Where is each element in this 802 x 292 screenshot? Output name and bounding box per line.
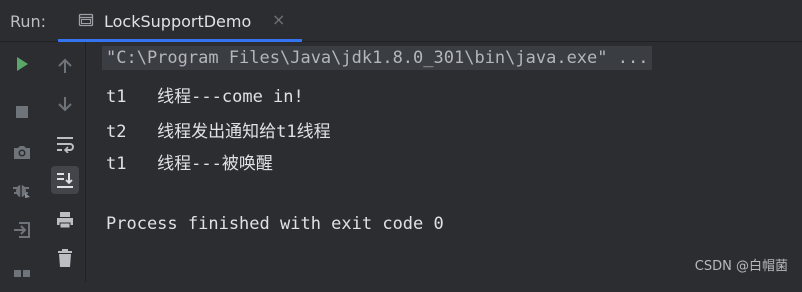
camera-icon[interactable] <box>8 138 36 166</box>
tab-title: LockSupportDemo <box>104 12 252 31</box>
output-line: t2 线程发出通知给t1线程 <box>106 122 331 142</box>
scroll-to-end-icon[interactable] <box>51 166 79 194</box>
run-label: Run: <box>10 12 47 31</box>
stop-icon[interactable] <box>8 98 36 126</box>
soft-wrap-icon[interactable] <box>51 130 79 158</box>
tab-lock-support-demo[interactable]: LockSupportDemo × <box>58 0 302 42</box>
arrow-up-icon[interactable] <box>51 52 79 80</box>
watermark: CSDN @白帽菌 <box>694 259 788 274</box>
command-line[interactable]: "C:\Program Files\Java\jdk1.8.0_301\bin\… <box>102 46 653 70</box>
run-header: Run: LockSupportDemo × <box>0 0 802 42</box>
run-icon[interactable] <box>8 50 36 78</box>
debug-icon[interactable] <box>8 176 36 204</box>
arrow-down-icon[interactable] <box>51 90 79 118</box>
print-icon[interactable] <box>51 206 79 234</box>
output-line: t1 线程---come in! <box>106 87 304 107</box>
console-output[interactable]: "C:\Program Files\Java\jdk1.8.0_301\bin\… <box>86 42 802 282</box>
trash-icon[interactable] <box>51 244 79 272</box>
window-icon <box>78 13 94 27</box>
side-toolbar <box>44 42 86 282</box>
close-icon[interactable]: × <box>272 12 285 28</box>
exit-message: Process finished with exit code 0 <box>106 214 444 234</box>
exit-icon[interactable] <box>8 216 36 244</box>
output-line: t1 线程---被唤醒 <box>106 154 273 174</box>
layout-icon[interactable] <box>8 264 36 292</box>
left-toolbar <box>0 42 44 282</box>
